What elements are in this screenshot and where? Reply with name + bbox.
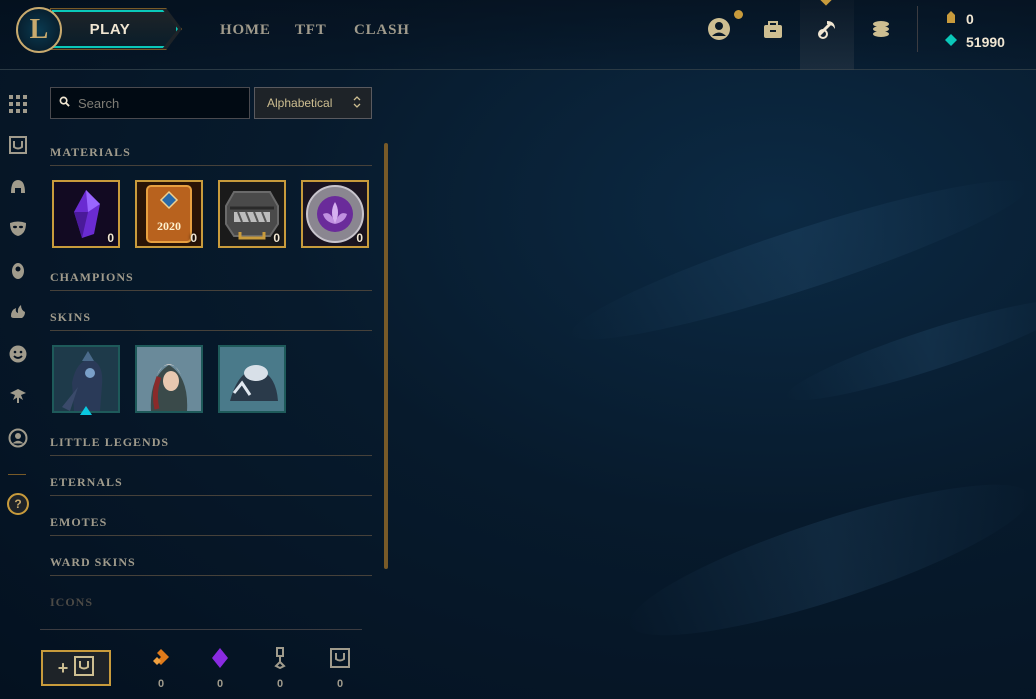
search-box bbox=[50, 87, 250, 119]
rp-icon bbox=[944, 33, 958, 50]
profile-icon[interactable] bbox=[704, 14, 734, 44]
craft-key-button[interactable]: + bbox=[41, 650, 111, 686]
top-navigation-bar: PLAY L HOME TFT CLASH 0 51990 bbox=[0, 0, 1036, 70]
sort-dropdown[interactable]: Alphabetical bbox=[254, 87, 372, 119]
key-fragment-resource: 0 bbox=[268, 646, 292, 690]
item-count: 0 bbox=[190, 231, 197, 245]
nav-home[interactable]: HOME bbox=[220, 22, 271, 39]
league-logo[interactable]: L bbox=[16, 7, 62, 53]
search-input[interactable] bbox=[78, 95, 238, 111]
skin-tile-3[interactable] bbox=[218, 345, 286, 413]
skin-art-3 bbox=[220, 347, 284, 411]
chest-resource: 0 bbox=[328, 646, 352, 690]
section-icons[interactable]: ICONS bbox=[50, 595, 372, 616]
background-streak bbox=[617, 457, 1036, 663]
rail-divider bbox=[8, 474, 26, 475]
section-eternals[interactable]: ETERNALS bbox=[50, 475, 372, 496]
header-divider bbox=[917, 6, 918, 52]
material-event-pass-2020[interactable]: 2020 0 bbox=[135, 180, 203, 248]
section-emotes[interactable]: EMOTES bbox=[50, 515, 372, 536]
mask-icon[interactable] bbox=[6, 216, 30, 240]
orange-essence-icon bbox=[149, 646, 173, 670]
material-hextech-chest[interactable]: 0 bbox=[218, 180, 286, 248]
little-legend-icon[interactable] bbox=[6, 384, 30, 408]
notification-dot bbox=[734, 10, 743, 19]
orange-essence-resource: 0 bbox=[149, 646, 173, 690]
section-skins[interactable]: SKINS bbox=[50, 310, 372, 331]
key-fragment-icon bbox=[268, 646, 292, 670]
material-orb-token[interactable]: 0 bbox=[301, 180, 369, 248]
chest-icon[interactable] bbox=[6, 133, 30, 157]
nav-clash[interactable]: CLASH bbox=[354, 22, 410, 39]
search-icon bbox=[59, 94, 70, 112]
ward-icon[interactable] bbox=[6, 258, 30, 282]
play-button[interactable]: PLAY bbox=[52, 10, 178, 48]
logo-letter: L bbox=[29, 14, 49, 45]
chest-icon bbox=[328, 646, 352, 670]
orange-essence-count: 0 bbox=[157, 678, 165, 690]
plus-icon: + bbox=[57, 657, 69, 678]
mythic-essence-resource: 0 bbox=[208, 646, 232, 690]
help-button[interactable]: ? bbox=[7, 493, 29, 515]
blue-essence-counter[interactable]: 0 bbox=[944, 10, 974, 27]
key-fragment-count: 0 bbox=[276, 678, 284, 690]
background-streak bbox=[781, 284, 1036, 416]
skin-tile-2[interactable] bbox=[135, 345, 203, 413]
bottom-divider bbox=[40, 629, 362, 630]
profile-circle-icon[interactable] bbox=[6, 426, 30, 450]
sort-selected-value: Alphabetical bbox=[267, 96, 333, 110]
material-crystal-shard[interactable]: 0 bbox=[52, 180, 120, 248]
section-little-legends[interactable]: LITTLE LEGENDS bbox=[50, 435, 372, 456]
skin-art-2 bbox=[137, 347, 201, 411]
section-materials[interactable]: MATERIALS bbox=[50, 145, 372, 166]
item-count: 0 bbox=[273, 231, 280, 245]
store-icon[interactable] bbox=[758, 14, 788, 44]
mythic-essence-icon bbox=[208, 646, 232, 670]
play-button-label: PLAY bbox=[89, 20, 131, 38]
item-count: 0 bbox=[107, 231, 114, 245]
item-count: 0 bbox=[356, 231, 363, 245]
loot-icon[interactable] bbox=[812, 14, 842, 44]
section-champions[interactable]: CHAMPIONS bbox=[50, 270, 372, 291]
blue-essence-icon bbox=[944, 10, 958, 27]
chevron-updown-icon bbox=[353, 95, 361, 111]
chroma-icon[interactable] bbox=[6, 300, 30, 324]
rp-value: 51990 bbox=[966, 33, 1005, 50]
loot-scrollbar[interactable] bbox=[384, 143, 388, 569]
help-label: ? bbox=[14, 497, 22, 511]
nav-tft[interactable]: TFT bbox=[295, 22, 327, 39]
event-pass-year: 2020 bbox=[157, 219, 181, 233]
currency-store-icon[interactable] bbox=[866, 14, 896, 44]
section-ward-skins[interactable]: WARD SKINS bbox=[50, 555, 372, 576]
chest-count: 0 bbox=[336, 678, 344, 690]
skin-tile-1[interactable] bbox=[52, 345, 120, 413]
blue-essence-value: 0 bbox=[966, 10, 974, 27]
skin-rarity-marker bbox=[80, 406, 92, 415]
emote-icon[interactable] bbox=[6, 342, 30, 366]
overview-grid-icon[interactable] bbox=[6, 92, 30, 116]
skin-art-1 bbox=[54, 347, 118, 411]
rp-counter[interactable]: 51990 bbox=[944, 33, 1005, 50]
chest-add-icon bbox=[74, 655, 95, 681]
helmet-icon[interactable] bbox=[6, 175, 30, 199]
mythic-essence-count: 0 bbox=[216, 678, 224, 690]
